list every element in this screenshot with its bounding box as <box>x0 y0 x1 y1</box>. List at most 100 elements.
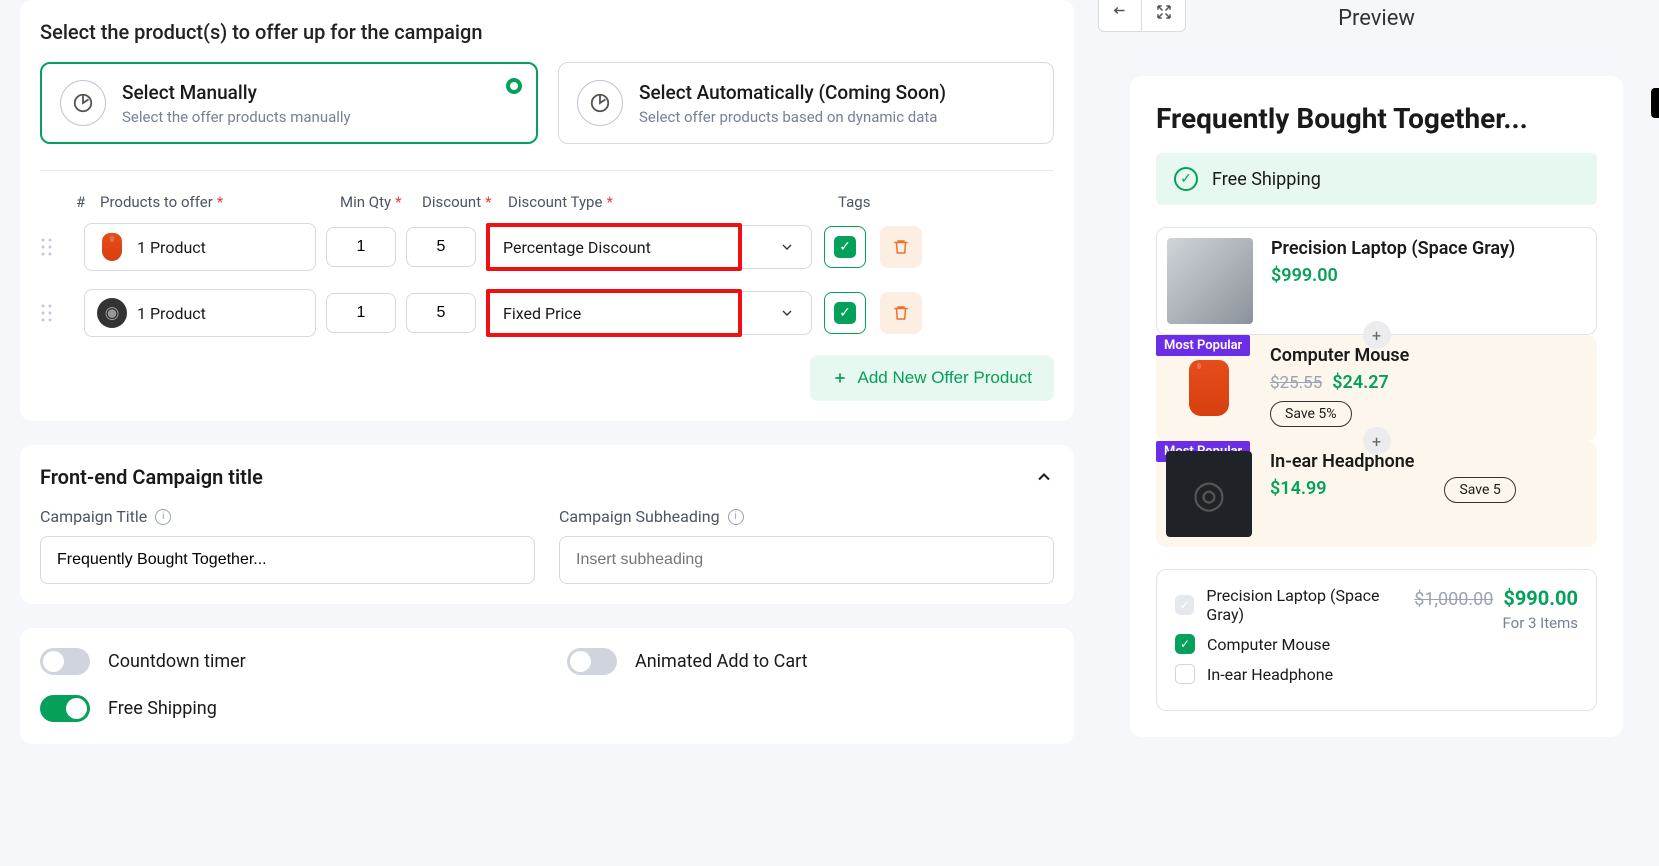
campaign-title-input[interactable] <box>40 536 535 584</box>
add-btn-label: Add New Offer Product <box>858 368 1033 388</box>
drag-handle-icon[interactable] <box>40 237 76 257</box>
col-minqty: Min Qty <box>340 193 391 211</box>
offer-products-section: Select the product(s) to offer up for th… <box>20 0 1074 421</box>
campaign-title-label: Campaign Title <box>40 507 147 526</box>
product-price: $14.99 <box>1270 478 1414 499</box>
mouse-thumb-icon <box>102 233 122 261</box>
check-circle-icon: ✓ <box>1174 167 1198 191</box>
product-price: $24.27 <box>1332 372 1389 393</box>
plus-icon <box>832 370 848 386</box>
discount-type-value: Percentage Discount <box>503 238 651 257</box>
minqty-input[interactable] <box>326 227 396 267</box>
summary-item-label: Computer Mouse <box>1207 635 1330 654</box>
select-manually-card[interactable]: Select Manually Select the offer product… <box>40 62 538 144</box>
product-label: 1 Product <box>137 238 206 257</box>
info-icon: i <box>155 509 171 525</box>
discount-input[interactable] <box>406 293 476 333</box>
section-title: Front-end Campaign title <box>40 465 263 489</box>
col-type: Discount Type <box>508 193 602 211</box>
section-heading: Select the product(s) to offer up for th… <box>40 20 1054 44</box>
preview-heading: Frequently Bought Together... <box>1156 102 1597 135</box>
checkbox-icon[interactable]: ✓ <box>1175 634 1195 654</box>
chevron-up-icon <box>1034 467 1054 487</box>
frontend-title-section: Front-end Campaign title Campaign Title i… <box>20 445 1074 604</box>
preview-expand-button[interactable] <box>1142 0 1186 32</box>
summary-new-total: $990.00 <box>1503 586 1578 610</box>
tag-check-button[interactable]: ✓ <box>824 292 866 334</box>
plus-connector-icon: + <box>1363 427 1391 455</box>
collapse-button[interactable] <box>1034 467 1054 487</box>
preview-product-card: Precision Laptop (Space Gray) $999.00 <box>1156 227 1597 335</box>
product-image: ◎ <box>1166 451 1252 537</box>
discount-type-value: Fixed Price <box>503 304 581 323</box>
col-products: Products to offer <box>100 193 213 211</box>
preview-title: Preview <box>1338 6 1415 31</box>
col-discount: Discount <box>422 193 481 211</box>
card-title: Select Automatically (Coming Soon) <box>639 81 946 104</box>
campaign-subheading-input[interactable] <box>559 536 1054 584</box>
headphone-thumb-icon: ◉ <box>97 298 127 328</box>
checkbox-icon[interactable]: ✓ <box>1175 595 1194 615</box>
product-select-input[interactable]: 1 Product <box>84 223 316 271</box>
corner-arrow-icon <box>1111 3 1129 21</box>
preview-back-button[interactable] <box>1098 0 1142 32</box>
discount-type-select[interactable]: Fixed Price <box>486 291 812 335</box>
product-select-input[interactable]: ◉ 1 Product <box>84 289 316 337</box>
save-badge: Save 5% <box>1270 401 1352 427</box>
drag-handle-icon[interactable] <box>40 303 76 323</box>
free-shipping-toggle[interactable] <box>40 695 90 722</box>
card-subtitle: Select the offer products manually <box>122 108 351 126</box>
product-label: 1 Product <box>137 304 206 323</box>
col-tags: Tags <box>838 193 894 211</box>
add-offer-product-button[interactable]: Add New Offer Product <box>810 355 1055 401</box>
campaign-subheading-label: Campaign Subheading <box>559 507 720 526</box>
preview-product-card: Most Popular Computer Mouse $25.55$24.27… <box>1156 335 1597 441</box>
summary-item[interactable]: ✓ Computer Mouse <box>1175 634 1414 654</box>
animated-label: Animated Add to Cart <box>635 651 808 672</box>
close-button[interactable] <box>1651 88 1659 118</box>
summary-item-label: Precision Laptop (Space Gray) <box>1206 586 1414 624</box>
card-title: Select Manually <box>122 81 351 104</box>
preview-panel: Preview Frequently Bought Together... ✓ … <box>1094 0 1659 866</box>
product-old-price: $25.55 <box>1270 373 1322 393</box>
summary-item[interactable]: ✓ Precision Laptop (Space Gray) <box>1175 586 1414 624</box>
discount-input[interactable] <box>406 227 476 267</box>
delete-row-button[interactable] <box>880 226 922 268</box>
free-shipping-text: Free Shipping <box>1212 169 1321 190</box>
summary-item[interactable]: In-ear Headphone <box>1175 664 1414 684</box>
save-badge: Save 5 <box>1444 477 1515 503</box>
summary-card: ✓ Precision Laptop (Space Gray) ✓ Comput… <box>1156 569 1597 711</box>
product-name: Computer Mouse <box>1270 345 1409 366</box>
preview-product-card: Most Popular ◎ In-ear Headphone $14.99 S… <box>1156 441 1597 547</box>
product-row: ◉ 1 Product Fixed Price ✓ <box>40 289 1054 337</box>
summary-for-items: For 3 Items <box>1414 614 1578 632</box>
product-name: In-ear Headphone <box>1270 451 1414 472</box>
checkbox-icon[interactable] <box>1175 664 1195 684</box>
free-shipping-banner: ✓ Free Shipping <box>1156 153 1597 205</box>
divider <box>40 170 1054 171</box>
info-icon: i <box>728 509 744 525</box>
minqty-input[interactable] <box>326 293 396 333</box>
plus-connector-icon: + <box>1363 321 1391 349</box>
card-subtitle: Select offer products based on dynamic d… <box>639 108 946 126</box>
clock-slice-icon <box>577 80 623 126</box>
chevron-down-icon <box>779 239 795 255</box>
delete-row-button[interactable] <box>880 292 922 334</box>
product-image <box>1166 345 1252 431</box>
radio-selected-icon <box>506 78 522 94</box>
countdown-toggle[interactable] <box>40 648 90 675</box>
summary-item-label: In-ear Headphone <box>1207 665 1333 684</box>
toggles-section: Countdown timer Animated Add to Cart Fre… <box>20 628 1074 744</box>
animated-cart-toggle[interactable] <box>567 648 617 675</box>
discount-type-select[interactable]: Percentage Discount <box>486 225 812 269</box>
product-image <box>1167 238 1253 324</box>
product-price: $999.00 <box>1271 265 1515 286</box>
clock-slice-icon <box>60 80 106 126</box>
products-table: # Products to offer* Min Qty* Discount* … <box>40 193 1054 401</box>
select-automatically-card[interactable]: Select Automatically (Coming Soon) Selec… <box>558 62 1054 144</box>
tag-check-button[interactable]: ✓ <box>824 226 866 268</box>
chevron-down-icon <box>779 305 795 321</box>
product-name: Precision Laptop (Space Gray) <box>1271 238 1515 259</box>
product-row: 1 Product Percentage Discount ✓ <box>40 223 1054 271</box>
countdown-label: Countdown timer <box>108 651 246 672</box>
